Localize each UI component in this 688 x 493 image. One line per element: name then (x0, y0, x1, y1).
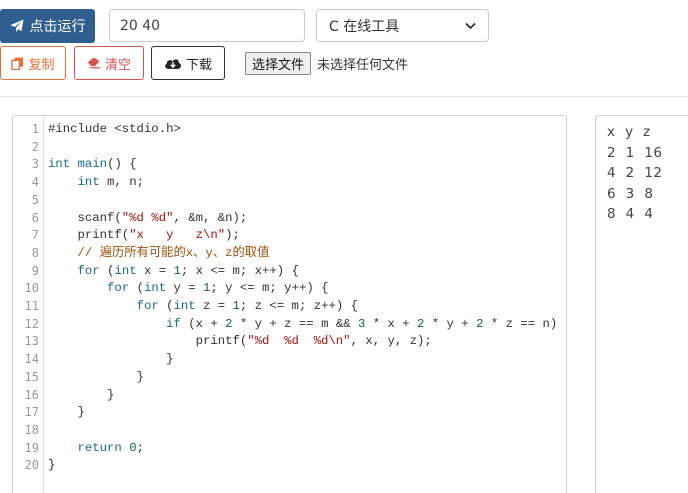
line-number: 1 (31, 122, 39, 136)
code-editor[interactable]: 1 2 3 4 5 6 7 8 9 10 11 12 13 14 15 16 1… (12, 115, 567, 493)
language-select-value: C 在线工具 (329, 18, 400, 35)
line-number: 12 (24, 316, 39, 331)
download-button[interactable]: 下载 (151, 46, 225, 80)
clear-button[interactable]: 清空 (74, 46, 144, 80)
code-line[interactable]: int main() { (48, 156, 137, 174)
copy-button[interactable]: 复制 (0, 46, 66, 80)
code-line[interactable]: // 遍历所有可能的x、y、z的取值 (48, 245, 270, 263)
code-line[interactable]: } (48, 369, 144, 387)
copy-button-label: 复制 (28, 57, 55, 73)
code-line[interactable]: printf("%d %d %d\n", x, y, z); (48, 333, 432, 351)
line-number: 16 (24, 387, 39, 402)
file-status-text: 未选择任何文件 (317, 58, 409, 73)
code-line[interactable]: printf("x y z\n"); (48, 227, 240, 245)
code-line[interactable]: #include <stdio.h> (48, 121, 181, 139)
stdin-input[interactable] (109, 9, 305, 42)
line-number: 20 (24, 458, 39, 473)
output-line: 4 2 12 (607, 165, 663, 181)
line-number: 14 (24, 352, 39, 367)
code-line[interactable]: int m, n; (48, 174, 144, 192)
line-number: 11 (24, 299, 39, 313)
download-button-label: 下载 (185, 57, 212, 73)
code-line[interactable]: } (48, 351, 173, 369)
code-line[interactable]: for (int x = 1; x <= m; x++) { (48, 263, 299, 281)
line-number: 9 (31, 263, 39, 278)
line-number: 10 (24, 281, 39, 296)
line-number: 6 (31, 210, 39, 225)
line-number: 15 (24, 369, 39, 384)
clear-button-label: 清空 (104, 57, 131, 73)
code-line[interactable]: scanf("%d %d", &m, &n); (48, 210, 248, 228)
output-line: x y z (607, 124, 651, 140)
language-select[interactable]: C 在线工具 (316, 9, 489, 42)
code-line[interactable]: } (48, 387, 114, 405)
eraser-icon (87, 58, 101, 69)
line-number: 13 (24, 334, 39, 349)
line-number: 17 (24, 405, 39, 420)
choose-file-button[interactable]: 选择文件 (245, 52, 312, 75)
paper-plane-icon (9, 19, 24, 33)
cloud-download-icon (165, 59, 181, 69)
line-number: 18 (24, 422, 39, 437)
run-button-label: 点击运行 (29, 19, 86, 35)
line-number: 4 (31, 175, 39, 190)
code-line[interactable]: for (int y = 1; y <= m; y++) { (48, 280, 328, 298)
line-number: 8 (31, 245, 39, 260)
output-line: 8 4 4 (607, 206, 654, 222)
code-line[interactable]: } (48, 404, 85, 422)
output-line: 2 1 16 (607, 144, 663, 161)
code-line[interactable]: if (x + 2 * y + z == m && 3 * x + 2 * y … (48, 316, 566, 334)
line-number: 3 (31, 157, 39, 172)
code-line[interactable]: } (48, 457, 55, 475)
line-number: 19 (24, 440, 39, 455)
line-number: 7 (31, 228, 39, 243)
line-number-gutter: 1 2 3 4 5 6 7 8 9 10 11 12 13 14 15 16 1… (13, 116, 44, 493)
chevron-down-icon (465, 22, 476, 29)
code-line[interactable]: for (int z = 1; z <= m; z++) { (48, 298, 358, 316)
code-line[interactable]: return 0; (48, 440, 144, 458)
line-number: 2 (31, 139, 39, 154)
line-number: 5 (31, 192, 39, 207)
output-line: 6 3 8 (607, 185, 654, 202)
run-button[interactable]: 点击运行 (0, 9, 95, 43)
copy-icon (11, 56, 24, 70)
output-panel: x y z 2 1 16 4 2 12 6 3 8 8 4 4 (595, 115, 688, 493)
toolbar: 点击运行 C 在线工具 复制 清空 下载 选择文件 未选择任何文件 (0, 0, 688, 97)
